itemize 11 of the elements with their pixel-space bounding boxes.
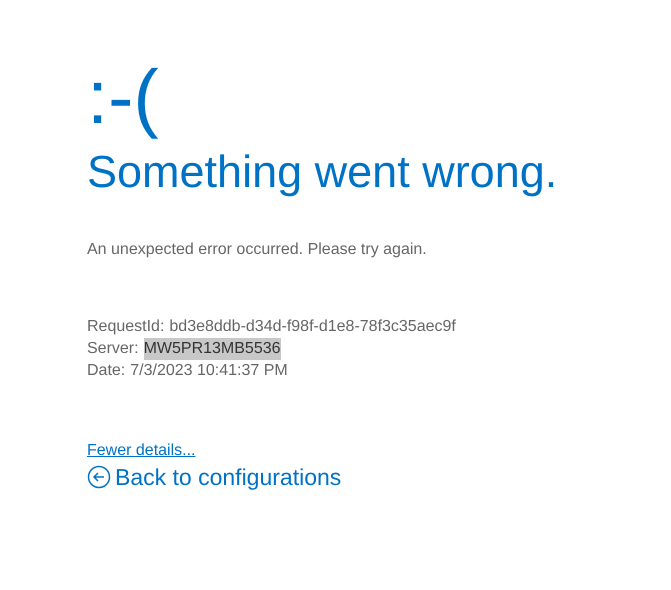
error-heading: Something went wrong.	[87, 145, 558, 199]
detail-label: RequestId:	[87, 317, 164, 338]
error-message: An unexpected error occurred. Please try again.	[87, 240, 427, 260]
detail-value: 7/3/2023 10:41:37 PM	[130, 361, 288, 382]
detail-label: Server:	[87, 339, 139, 360]
detail-value: bd3e8ddb-d34d-f98f-d1e8-78f3c35aec9f	[169, 317, 456, 338]
fewer-details-link[interactable]: Fewer details...	[87, 440, 196, 462]
detail-label: Date:	[87, 361, 126, 382]
back-link[interactable]: Back to configurations	[87, 462, 342, 492]
sad-face-text: :-(	[87, 54, 159, 140]
detail-value: MW5PR13MB5536	[144, 338, 281, 360]
